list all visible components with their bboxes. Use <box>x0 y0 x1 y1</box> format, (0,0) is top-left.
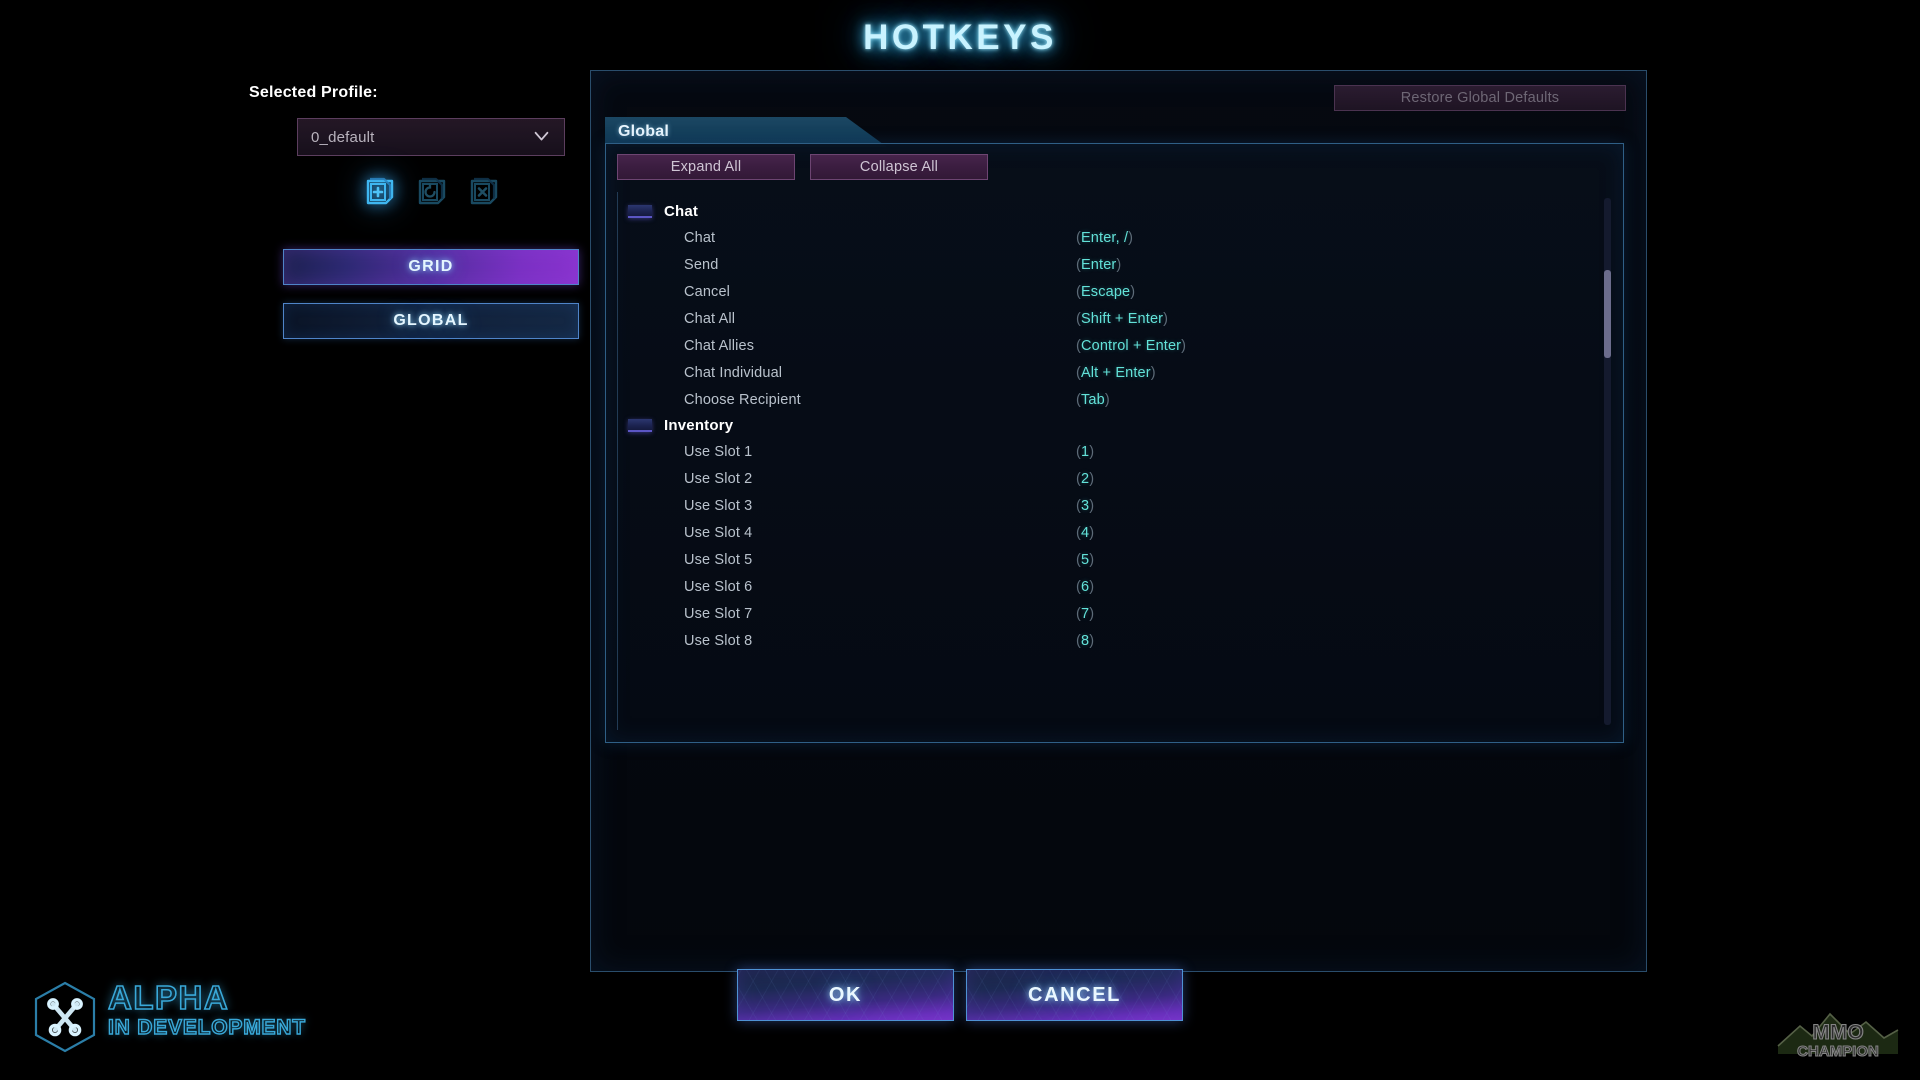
hotkey-row[interactable]: Chat Individual (Alt + Enter) <box>618 359 1614 386</box>
page-title: HOTKEYS <box>863 18 1057 57</box>
hotkey-action-label: Chat Allies <box>684 337 755 354</box>
hotkey-binding-value: (2) <box>1076 470 1095 487</box>
hotkey-binding-value: (8) <box>1076 632 1095 649</box>
hotkey-row[interactable]: Chat (Enter, /) <box>618 224 1614 251</box>
ok-button[interactable]: OK <box>737 969 954 1021</box>
profile-actions <box>297 173 565 211</box>
mmo-champion-logo: MMO CHAMPION <box>1774 1004 1902 1066</box>
hotkey-binding-value: (Escape) <box>1076 283 1136 300</box>
hotkey-action-label: Use Slot 1 <box>684 443 753 460</box>
delete-profile-icon[interactable] <box>464 173 502 211</box>
hotkey-row[interactable]: Use Slot 2 (2) <box>618 465 1614 492</box>
sidebar-item-grid[interactable]: GRID <box>283 249 579 285</box>
new-profile-icon[interactable] <box>360 173 398 211</box>
expand-all-button[interactable]: Expand All <box>617 154 795 180</box>
alpha-logo-line1: ALPHA <box>107 979 230 1017</box>
cancel-button[interactable]: CANCEL <box>966 969 1183 1021</box>
hotkey-binding-value: (6) <box>1076 578 1095 595</box>
reset-profile-icon[interactable] <box>412 173 450 211</box>
hotkey-list: Chat Chat (Enter, /) Send (Enter) Cancel (Esca… <box>618 192 1614 654</box>
hotkey-row[interactable]: Use Slot 8 (8) <box>618 627 1614 654</box>
hotkey-group-name: Inventory <box>664 417 734 434</box>
hotkey-action-label: Cancel <box>684 283 731 300</box>
restore-global-defaults-button[interactable]: Restore Global Defaults <box>1334 85 1626 111</box>
hotkey-row[interactable]: Use Slot 1 (1) <box>618 438 1614 465</box>
hotkey-action-label: Chat All <box>684 310 736 327</box>
hotkey-action-label: Use Slot 2 <box>684 470 753 487</box>
hotkey-binding-value: (Control + Enter) <box>1076 337 1187 354</box>
group-collapse-toggle-icon[interactable] <box>628 419 652 432</box>
svg-text:MMO: MMO <box>1812 1021 1863 1044</box>
hotkey-action-label: Use Slot 4 <box>684 524 753 541</box>
hotkey-row[interactable]: Use Slot 4 (4) <box>618 519 1614 546</box>
hotkey-action-label: Use Slot 5 <box>684 551 753 568</box>
crossed-wrenches-icon <box>28 980 102 1054</box>
chevron-down-icon <box>533 128 550 145</box>
hotkey-action-label: Chat Individual <box>684 364 783 381</box>
hotkey-binding-value: (7) <box>1076 605 1095 622</box>
alpha-logo-text: ALPHA IN DEVELOPMENT <box>107 979 306 1040</box>
hotkey-row[interactable]: Send (Enter) <box>618 251 1614 278</box>
hotkeys-panel: Restore Global Defaults Global Expand Al… <box>590 70 1647 972</box>
hotkey-row[interactable]: Use Slot 7 (7) <box>618 600 1614 627</box>
hotkey-row[interactable]: Choose Recipient (Tab) <box>618 386 1614 413</box>
hotkey-binding-value: (1) <box>1076 443 1095 460</box>
category-tab-label: Global <box>618 123 669 140</box>
hotkey-binding-value: (Enter, /) <box>1076 229 1134 246</box>
scrollbar-thumb[interactable] <box>1604 270 1611 358</box>
hotkey-row[interactable]: Chat Allies (Control + Enter) <box>618 332 1614 359</box>
hotkey-list-scrollbar[interactable] <box>1604 198 1611 725</box>
svg-text:CHAMPION: CHAMPION <box>1797 1043 1879 1060</box>
hotkey-action-label: Use Slot 7 <box>684 605 753 622</box>
sidebar: Selected Profile: 0_default GRID GLOBAL <box>247 84 579 339</box>
hotkey-binding-value: (3) <box>1076 497 1095 514</box>
hotkey-row[interactable]: Cancel (Escape) <box>618 278 1614 305</box>
hotkeys-screen: HOTKEYS Selected Profile: 0_default GRID… <box>0 0 1920 1080</box>
collapse-all-button[interactable]: Collapse All <box>810 154 988 180</box>
hotkey-binding-value: (Enter) <box>1076 256 1122 273</box>
hotkey-binding-value: (Alt + Enter) <box>1076 364 1156 381</box>
hotkey-binding-value: (Tab) <box>1076 391 1110 408</box>
group-collapse-toggle-icon[interactable] <box>628 205 652 218</box>
hotkey-binding-value: (Shift + Enter) <box>1076 310 1169 327</box>
hotkey-group-header[interactable]: Inventory <box>618 413 1614 438</box>
hotkey-row[interactable]: Use Slot 3 (3) <box>618 492 1614 519</box>
hotkey-action-label: Use Slot 3 <box>684 497 753 514</box>
hotkey-row[interactable]: Use Slot 5 (5) <box>618 546 1614 573</box>
hotkey-action-label: Use Slot 6 <box>684 578 753 595</box>
hotkey-group-name: Chat <box>664 203 699 220</box>
hotkey-action-label: Use Slot 8 <box>684 632 753 649</box>
expand-collapse-toolbar: Expand All Collapse All <box>617 154 988 180</box>
hotkey-binding-value: (5) <box>1076 551 1095 568</box>
alpha-logo-line2: IN DEVELOPMENT <box>107 1015 306 1039</box>
hotkey-action-label: Chat <box>684 229 716 246</box>
hotkey-action-label: Send <box>684 256 719 273</box>
hotkey-row[interactable]: Use Slot 6 (6) <box>618 573 1614 600</box>
hotkey-list-panel: Expand All Collapse All Chat Chat (Enter, … <box>605 143 1624 743</box>
hotkey-row[interactable]: Chat All (Shift + Enter) <box>618 305 1614 332</box>
hotkey-scroll-viewport: Chat Chat (Enter, /) Send (Enter) Cancel (Esca… <box>617 192 1614 730</box>
profile-dropdown[interactable]: 0_default <box>297 118 565 156</box>
hotkey-binding-value: (4) <box>1076 524 1095 541</box>
hotkey-group-header[interactable]: Chat <box>618 199 1614 224</box>
hotkey-action-label: Choose Recipient <box>684 391 801 408</box>
alpha-in-development-logo: ALPHA IN DEVELOPMENT <box>22 972 312 1058</box>
selected-profile-label: Selected Profile: <box>249 84 378 101</box>
sidebar-item-global[interactable]: GLOBAL <box>283 303 579 339</box>
profile-dropdown-value: 0_default <box>311 128 375 146</box>
